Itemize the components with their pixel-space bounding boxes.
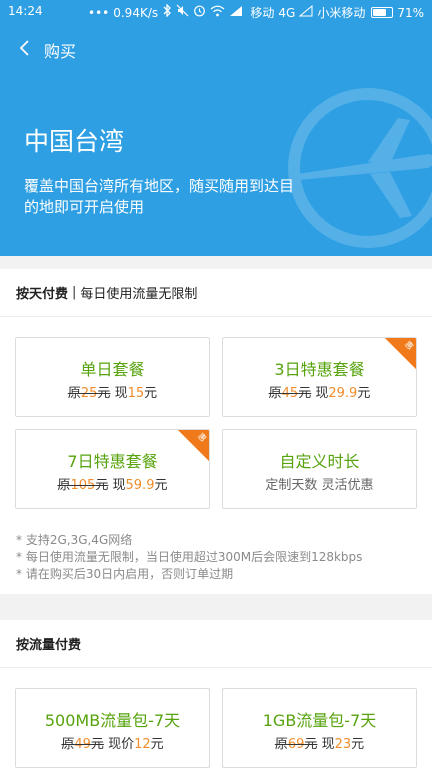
plan-card-7-day[interactable]: 惠 7日特惠套餐 原105元 现59.9元 — [15, 429, 210, 509]
original-prefix: 原 — [67, 386, 81, 401]
banner-title: 中国台湾 — [24, 127, 125, 156]
current-unit: 元 — [357, 386, 371, 401]
bluetooth-icon — [162, 3, 172, 21]
note-line: * 请在购买后30日内启用，否则订单过期 — [16, 567, 234, 581]
original-prefix: 原 — [274, 737, 288, 752]
traffic-plans-section: 按流量付费 500MB流量包-7天 原49元 现价12元 1GB流量包-7天 原… — [0, 620, 432, 768]
wifi-icon — [210, 5, 225, 21]
plan-name: 3日特惠套餐 — [274, 360, 365, 379]
original-amount: 69 — [287, 737, 305, 752]
original-amount: 25 — [80, 386, 98, 401]
original-amount: 105 — [70, 478, 96, 493]
current-prefix: 现 — [321, 737, 335, 752]
original-prefix: 原 — [268, 386, 282, 401]
plan-price: 原69元 现23元 — [223, 733, 416, 752]
note-line: * 每日使用流量无限制，当日使用超过300M后会限速到128kbps — [16, 550, 363, 564]
plan-name: 7日特惠套餐 — [67, 452, 158, 471]
signal-icon — [229, 5, 243, 21]
original-price: 原105元 — [58, 478, 109, 493]
plan-name: 单日套餐 — [80, 360, 145, 379]
note-line: * 支持2G,3G,4G网络 — [16, 533, 133, 547]
plan-name: 500MB流量包-7天 — [44, 711, 181, 730]
plan-card-3-day[interactable]: 惠 3日特惠套餐 原45元 现29.9元 — [222, 337, 417, 417]
plan-card-custom-duration[interactable]: 自定义时长 定制天数 灵活优惠 — [222, 429, 417, 509]
plan-price: 原45元 现29.9元 — [223, 382, 416, 401]
alarm-icon — [193, 4, 206, 21]
current-amount: 23 — [334, 737, 352, 752]
plan-card-500mb[interactable]: 500MB流量包-7天 原49元 现价12元 — [15, 688, 210, 768]
daily-header-title: 按天付费 — [16, 287, 69, 302]
traffic-section-header: 按流量付费 — [0, 620, 432, 668]
original-prefix: 原 — [61, 737, 75, 752]
network-speed: 0.94K/s — [113, 5, 159, 20]
app-bar: 购买 — [0, 24, 432, 72]
plan-notes: * 支持2G,3G,4G网络 * 每日使用流量无限制，当日使用超过300M后会限… — [16, 532, 362, 583]
current-prefix: 现 — [114, 386, 128, 401]
current-unit: 元 — [154, 478, 168, 493]
mute-icon — [176, 4, 189, 21]
carrier-2: 小米移动 — [317, 6, 366, 20]
plan-card-1gb[interactable]: 1GB流量包-7天 原69元 现23元 — [222, 688, 417, 768]
plan-price: 原105元 现59.9元 — [16, 474, 209, 493]
original-price: 原49元 — [61, 737, 104, 752]
battery-fill — [373, 9, 387, 16]
original-amount: 49 — [74, 737, 91, 752]
plan-card-single-day[interactable]: 单日套餐 原25元 现15元 — [15, 337, 210, 417]
current-amount: 29.9 — [328, 386, 358, 401]
status-right: 移动 4G 小米移动 71% — [250, 4, 424, 21]
daily-section-header: 按天付费 | 每日使用流量无限制 — [0, 269, 432, 317]
plan-price: 原49元 现价12元 — [16, 733, 209, 752]
status-center: ••• 0.94K/s — [88, 3, 243, 21]
status-time: 14:24 — [8, 4, 43, 18]
plan-name: 自定义时长 — [279, 452, 360, 471]
original-amount: 45 — [281, 386, 299, 401]
status-bar: 14:24 ••• 0.94K/s 移动 4G 小米移动 71% — [0, 0, 432, 24]
original-prefix: 原 — [57, 478, 71, 493]
airplane-icon — [278, 78, 432, 256]
current-amount: 59.9 — [125, 478, 155, 493]
plan-price: 原25元 现15元 — [16, 382, 209, 401]
original-price: 原25元 — [68, 386, 111, 401]
carrier-1: 移动 — [250, 6, 275, 20]
battery-icon — [371, 7, 394, 18]
current-prefix: 现 — [112, 478, 126, 493]
current-amount: 15 — [127, 386, 145, 401]
original-unit: 元 — [95, 478, 109, 493]
current-unit: 元 — [150, 737, 164, 752]
original-unit: 元 — [304, 737, 318, 752]
network-type: 4G — [278, 5, 296, 20]
current-prefix: 现 — [315, 386, 329, 401]
status-dots: ••• — [88, 5, 110, 20]
original-unit: 元 — [97, 386, 111, 401]
current-unit: 元 — [351, 737, 365, 752]
chevron-left-icon[interactable] — [14, 37, 36, 59]
original-unit: 元 — [298, 386, 312, 401]
header-separator: | — [72, 285, 77, 300]
traffic-header-title: 按流量付费 — [16, 638, 82, 653]
current-prefix: 现价 — [108, 737, 135, 752]
hero-banner: 14:24 ••• 0.94K/s 移动 4G 小米移动 71% 购买 中国台湾… — [0, 0, 432, 256]
original-price: 原69元 — [275, 737, 318, 752]
banner-description: 覆盖中国台湾所有地区，随买随用到达目的地即可开启使用 — [24, 177, 295, 216]
page-title: 购买 — [44, 42, 77, 61]
signal-icon — [298, 4, 313, 21]
plan-name: 1GB流量包-7天 — [262, 711, 377, 730]
battery-percent: 71% — [397, 5, 424, 20]
original-price: 原45元 — [269, 386, 312, 401]
original-unit: 元 — [90, 737, 104, 752]
current-amount: 12 — [134, 737, 151, 752]
current-unit: 元 — [144, 386, 158, 401]
daily-header-subtitle: 每日使用流量无限制 — [80, 287, 198, 302]
plan-subtitle: 定制天数 灵活优惠 — [265, 478, 374, 493]
